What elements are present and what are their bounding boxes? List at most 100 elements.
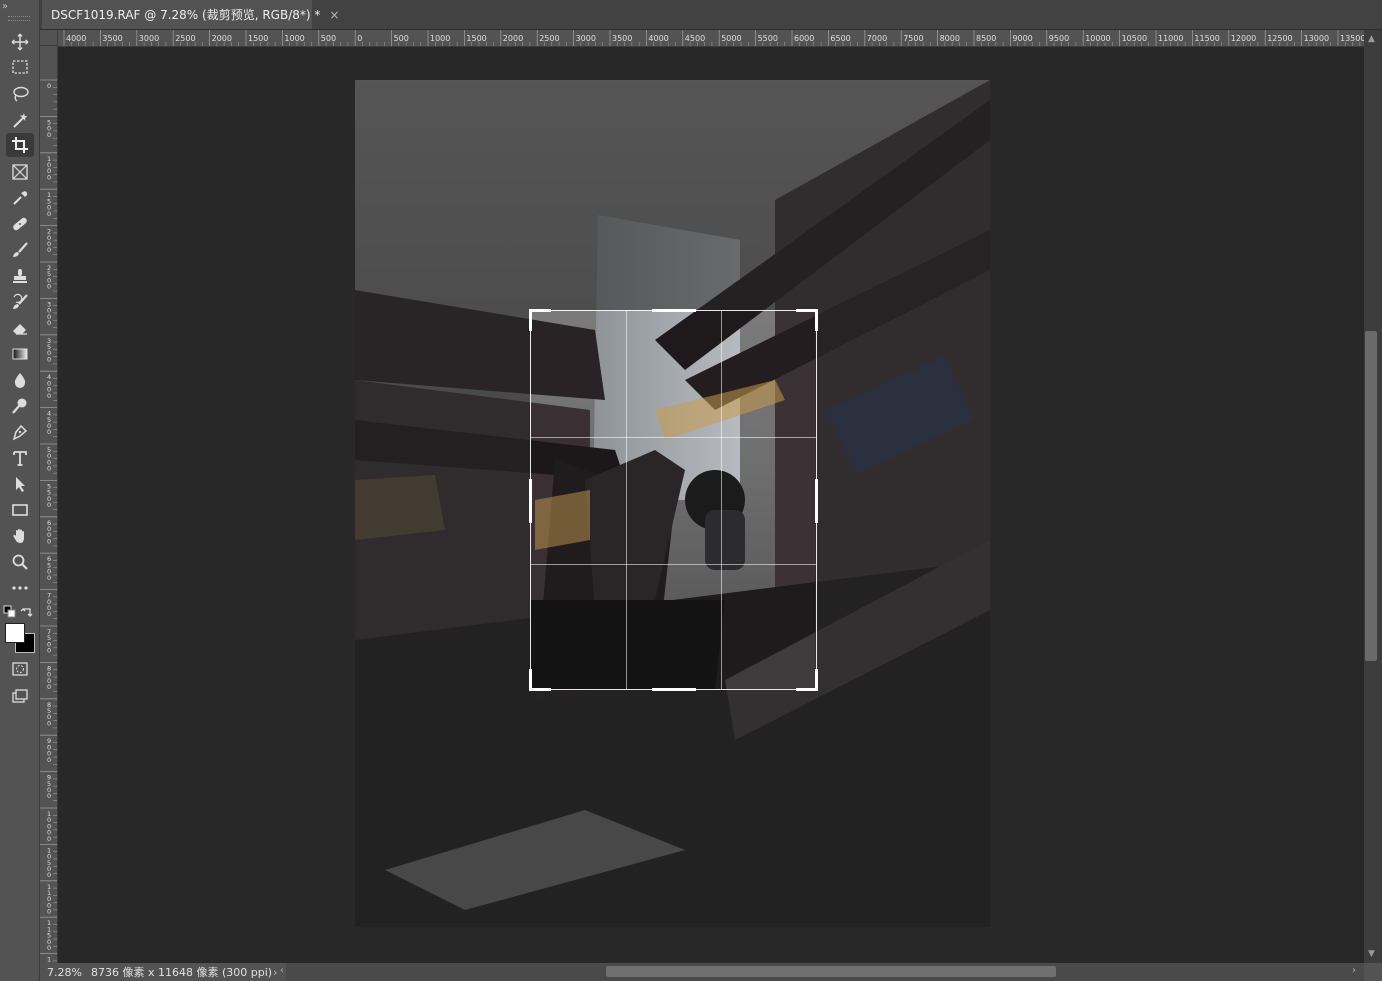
screen-mode-icon[interactable]: [6, 684, 34, 708]
close-tab-icon[interactable]: ×: [329, 8, 339, 22]
edit-toolbar[interactable]: [6, 576, 34, 600]
ruler-label: 3000: [576, 34, 596, 43]
crop-icon: [12, 137, 28, 153]
crop-handle-left[interactable]: [529, 479, 532, 523]
move-tool[interactable]: [6, 30, 34, 54]
crop-handle-top-left[interactable]: [529, 309, 551, 312]
ruler-label: 0: [47, 871, 51, 879]
crop-handle-right[interactable]: [815, 479, 818, 523]
ruler-label: 1500: [248, 34, 268, 43]
ruler-label: 500: [394, 34, 409, 43]
ruler-label: 0: [47, 428, 51, 436]
crop-box[interactable]: [529, 309, 818, 691]
brush-tool[interactable]: [6, 238, 34, 262]
pen-tool[interactable]: [6, 420, 34, 444]
default-colors-icon[interactable]: [2, 604, 18, 620]
brush-icon: [13, 242, 28, 257]
ruler-label: 0: [47, 944, 51, 952]
scroll-right-icon[interactable]: ›: [1352, 965, 1356, 976]
horizontal-scroll-thumb[interactable]: [606, 966, 1056, 977]
rectangular-marquee-tool[interactable]: [6, 55, 34, 79]
ruler-label: 0: [47, 683, 51, 691]
arrow-icon: [16, 477, 25, 492]
ruler-origin[interactable]: [40, 30, 58, 46]
ruler-label: 9000: [1012, 34, 1032, 43]
panel-grip[interactable]: [8, 16, 30, 21]
crop-handle-top-left-v[interactable]: [529, 309, 532, 331]
clone-stamp-tool[interactable]: [6, 264, 34, 288]
ruler-label: 0: [47, 501, 51, 509]
crop-handle-top-right-v[interactable]: [815, 309, 818, 331]
ruler-label: 5000: [721, 34, 741, 43]
eyedropper-icon: [13, 191, 28, 205]
ruler-label: 0: [357, 34, 362, 43]
crop-tool[interactable]: [6, 133, 34, 157]
swap-colors-icon[interactable]: [19, 604, 35, 620]
foreground-color-swatch[interactable]: [5, 623, 25, 643]
scroll-up-icon[interactable]: ▲: [1368, 34, 1375, 44]
dodge-tool[interactable]: [6, 394, 34, 418]
ruler-label: 2500: [175, 34, 195, 43]
vertical-scroll-thumb[interactable]: [1365, 331, 1377, 661]
ruler-label: 8500: [976, 34, 996, 43]
frame-tool[interactable]: [6, 160, 34, 184]
type-tool[interactable]: [6, 446, 34, 470]
magic-wand-icon: [13, 113, 28, 128]
history-brush-icon: [13, 293, 28, 309]
horizontal-scrollbar[interactable]: ‹ ›: [280, 963, 1364, 981]
scroll-left-icon[interactable]: ‹: [280, 965, 284, 976]
ruler-label: 2000: [503, 34, 523, 43]
crop-handle-bottom-right-v[interactable]: [815, 669, 818, 691]
eyedropper-tool[interactable]: [6, 186, 34, 210]
healing-brush-tool[interactable]: [6, 212, 34, 236]
rectangle-tool[interactable]: [6, 498, 34, 522]
bandage-icon: [13, 217, 27, 231]
ruler-label: 11500: [1194, 34, 1219, 43]
ruler-label: 3000: [139, 34, 159, 43]
blur-tool[interactable]: [6, 368, 34, 392]
crop-handle-top[interactable]: [652, 309, 696, 312]
canvas-area[interactable]: [58, 47, 1364, 963]
ruler-label: 0: [47, 131, 51, 139]
ruler-label: 500: [321, 34, 336, 43]
ruler-label: 0: [47, 610, 51, 618]
zoom-tool[interactable]: [6, 550, 34, 574]
ruler-label: 0: [47, 835, 51, 843]
ruler-label: 6500: [830, 34, 850, 43]
ruler-label: 13500: [1340, 34, 1364, 43]
history-brush-tool[interactable]: [6, 290, 34, 314]
horizontal-ruler-scale: 4000 3500 3000 2500 2000 1500 1000 500 0 500 1000 1…: [63, 30, 1364, 46]
ruler-label: 0: [47, 392, 51, 400]
magic-wand-tool[interactable]: [6, 108, 34, 132]
crop-handle-bottom[interactable]: [652, 688, 696, 691]
horizontal-ruler[interactable]: 4000 3500 3000 2500 2000 1500 1000 500 0 500 1000 1…: [58, 30, 1364, 47]
more-icon: [12, 586, 28, 590]
ruler-label: 7000: [867, 34, 887, 43]
ruler-label: 0: [47, 465, 51, 473]
hand-tool[interactable]: [6, 524, 34, 548]
scroll-down-icon[interactable]: ▼: [1368, 949, 1375, 959]
quick-mask-icon[interactable]: [6, 657, 34, 681]
vertical-ruler[interactable]: 0500100015002000250030003500400045005000…: [40, 46, 58, 963]
crop-handle-bottom-left[interactable]: [529, 688, 551, 691]
panel-collapse-icon[interactable]: »: [2, 2, 8, 12]
lasso-tool[interactable]: [6, 82, 34, 106]
ruler-label: 11000: [1158, 34, 1183, 43]
ruler-label: 8000: [940, 34, 960, 43]
status-menu-caret[interactable]: ›: [269, 966, 277, 979]
vertical-scrollbar[interactable]: ▲ ▼: [1364, 30, 1382, 963]
eraser-tool[interactable]: [6, 316, 34, 340]
gradient-tool[interactable]: [6, 342, 34, 366]
ruler-label: 0: [47, 647, 51, 655]
document-size-info: 8736 像素 x 11648 像素 (300 ppi): [91, 966, 273, 979]
crop-handle-bottom-left-v[interactable]: [529, 669, 532, 691]
type-icon: [13, 451, 27, 466]
document-tab[interactable]: DSCF1019.RAF @ 7.28% (裁剪预览, RGB/8*) * ×: [42, 0, 339, 29]
path-selection-tool[interactable]: [6, 472, 34, 496]
ruler-label: 12000: [1231, 34, 1256, 43]
ruler-label: 10500: [1122, 34, 1147, 43]
ruler-label: 3500: [612, 34, 632, 43]
ruler-label: 2500: [539, 34, 559, 43]
crop-grid-line-h1: [531, 437, 816, 438]
zoom-level[interactable]: 7.28%: [40, 966, 85, 979]
